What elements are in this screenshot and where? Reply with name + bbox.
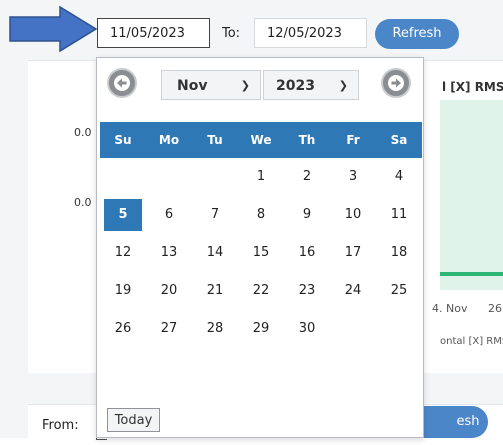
calendar-day[interactable]: 22 bbox=[238, 272, 284, 310]
calendar-day[interactable]: 18 bbox=[376, 234, 422, 272]
calendar-day[interactable]: 17 bbox=[330, 234, 376, 272]
calendar-day[interactable]: 1 bbox=[238, 158, 284, 196]
calendar-day[interactable]: 6 bbox=[146, 196, 192, 234]
chevron-down-icon: ❯ bbox=[240, 79, 250, 92]
chart-area bbox=[440, 100, 503, 290]
calendar-day-empty bbox=[146, 158, 192, 196]
to-date-input[interactable]: 12/05/2023 bbox=[254, 18, 367, 48]
calendar-day[interactable]: 9 bbox=[284, 196, 330, 234]
calendar-day[interactable]: 4 bbox=[376, 158, 422, 196]
calendar-day[interactable]: 20 bbox=[146, 272, 192, 310]
calendar-day[interactable]: 16 bbox=[284, 234, 330, 272]
calendar-day[interactable]: 30 bbox=[284, 310, 330, 348]
month-select-value: Nov bbox=[177, 78, 208, 94]
weekday-header: Su Mo Tu We Th Fr Sa bbox=[100, 122, 422, 158]
x-tick-label: 4. Nov bbox=[432, 302, 468, 315]
calendar-day[interactable]: 8 bbox=[238, 196, 284, 234]
calendar-day[interactable]: 25 bbox=[376, 272, 422, 310]
calendar-day[interactable]: 12 bbox=[100, 234, 146, 272]
y-tick-label: 0.0 bbox=[74, 126, 92, 139]
next-month-button[interactable] bbox=[381, 68, 411, 98]
calendar-day[interactable]: 13 bbox=[146, 234, 192, 272]
calendar-day[interactable]: 24 bbox=[330, 272, 376, 310]
calendar-day[interactable]: 23 bbox=[284, 272, 330, 310]
today-button[interactable]: Today bbox=[107, 408, 160, 432]
weekday-label: Fr bbox=[346, 133, 360, 147]
from-date-input[interactable]: 11/05/2023 bbox=[97, 18, 210, 48]
to-label: To: bbox=[222, 26, 241, 41]
weekday-label: We bbox=[250, 133, 272, 147]
weekday-label: Th bbox=[298, 133, 316, 147]
calendar-day[interactable]: 2 bbox=[284, 158, 330, 196]
chevron-down-icon: ❯ bbox=[338, 79, 348, 92]
calendar-days-grid: 1 2 3 4 5 6 7 8 9 10 11 12 13 14 15 16 17 18 19 20 21 22 23 24 2… bbox=[100, 158, 422, 348]
y-tick-label: 0.0 bbox=[74, 196, 92, 209]
chart-series-line bbox=[440, 272, 503, 276]
calendar-day[interactable]: 19 bbox=[100, 272, 146, 310]
month-select[interactable]: Nov ❯ bbox=[161, 70, 261, 100]
calendar-day[interactable]: 7 bbox=[192, 196, 238, 234]
chart-title: l [X] RMS T bbox=[442, 80, 503, 94]
calendar-day[interactable]: 27 bbox=[146, 310, 192, 348]
year-select-value: 2023 bbox=[276, 78, 315, 94]
refresh-button[interactable]: Refresh bbox=[375, 19, 459, 49]
calendar-day-empty bbox=[100, 158, 146, 196]
calendar-day-empty bbox=[192, 158, 238, 196]
arrow-left-icon bbox=[114, 75, 130, 91]
weekday-label: Mo bbox=[158, 133, 180, 147]
chart-legend: ontal [X] RMS bbox=[440, 336, 503, 347]
weekday-label: Su bbox=[114, 133, 132, 147]
arrow-right-icon bbox=[388, 75, 404, 91]
year-select[interactable]: 2023 ❯ bbox=[263, 70, 359, 100]
calendar-day[interactable]: 29 bbox=[238, 310, 284, 348]
calendar-day[interactable]: 15 bbox=[238, 234, 284, 272]
x-tick-label: 26 bbox=[488, 302, 502, 315]
calendar-day-selected[interactable]: 5 bbox=[104, 199, 142, 231]
weekday-label: Tu bbox=[207, 133, 223, 147]
calendar-day[interactable]: 14 bbox=[192, 234, 238, 272]
calendar-day[interactable]: 26 bbox=[100, 310, 146, 348]
prev-month-button[interactable] bbox=[107, 68, 137, 98]
datepicker-popup: Nov ❯ 2023 ❯ Su Mo Tu We Th Fr Sa 123456… bbox=[96, 57, 424, 438]
from-label: From: bbox=[42, 418, 79, 433]
calendar-day[interactable]: 10 bbox=[330, 196, 376, 234]
calendar-day[interactable]: 28 bbox=[192, 310, 238, 348]
calendar-day[interactable]: 11 bbox=[376, 196, 422, 234]
calendar-day[interactable]: 21 bbox=[192, 272, 238, 310]
weekday-label: Sa bbox=[390, 133, 408, 147]
calendar-day[interactable]: 3 bbox=[330, 158, 376, 196]
annotation-arrow-icon bbox=[9, 5, 98, 53]
